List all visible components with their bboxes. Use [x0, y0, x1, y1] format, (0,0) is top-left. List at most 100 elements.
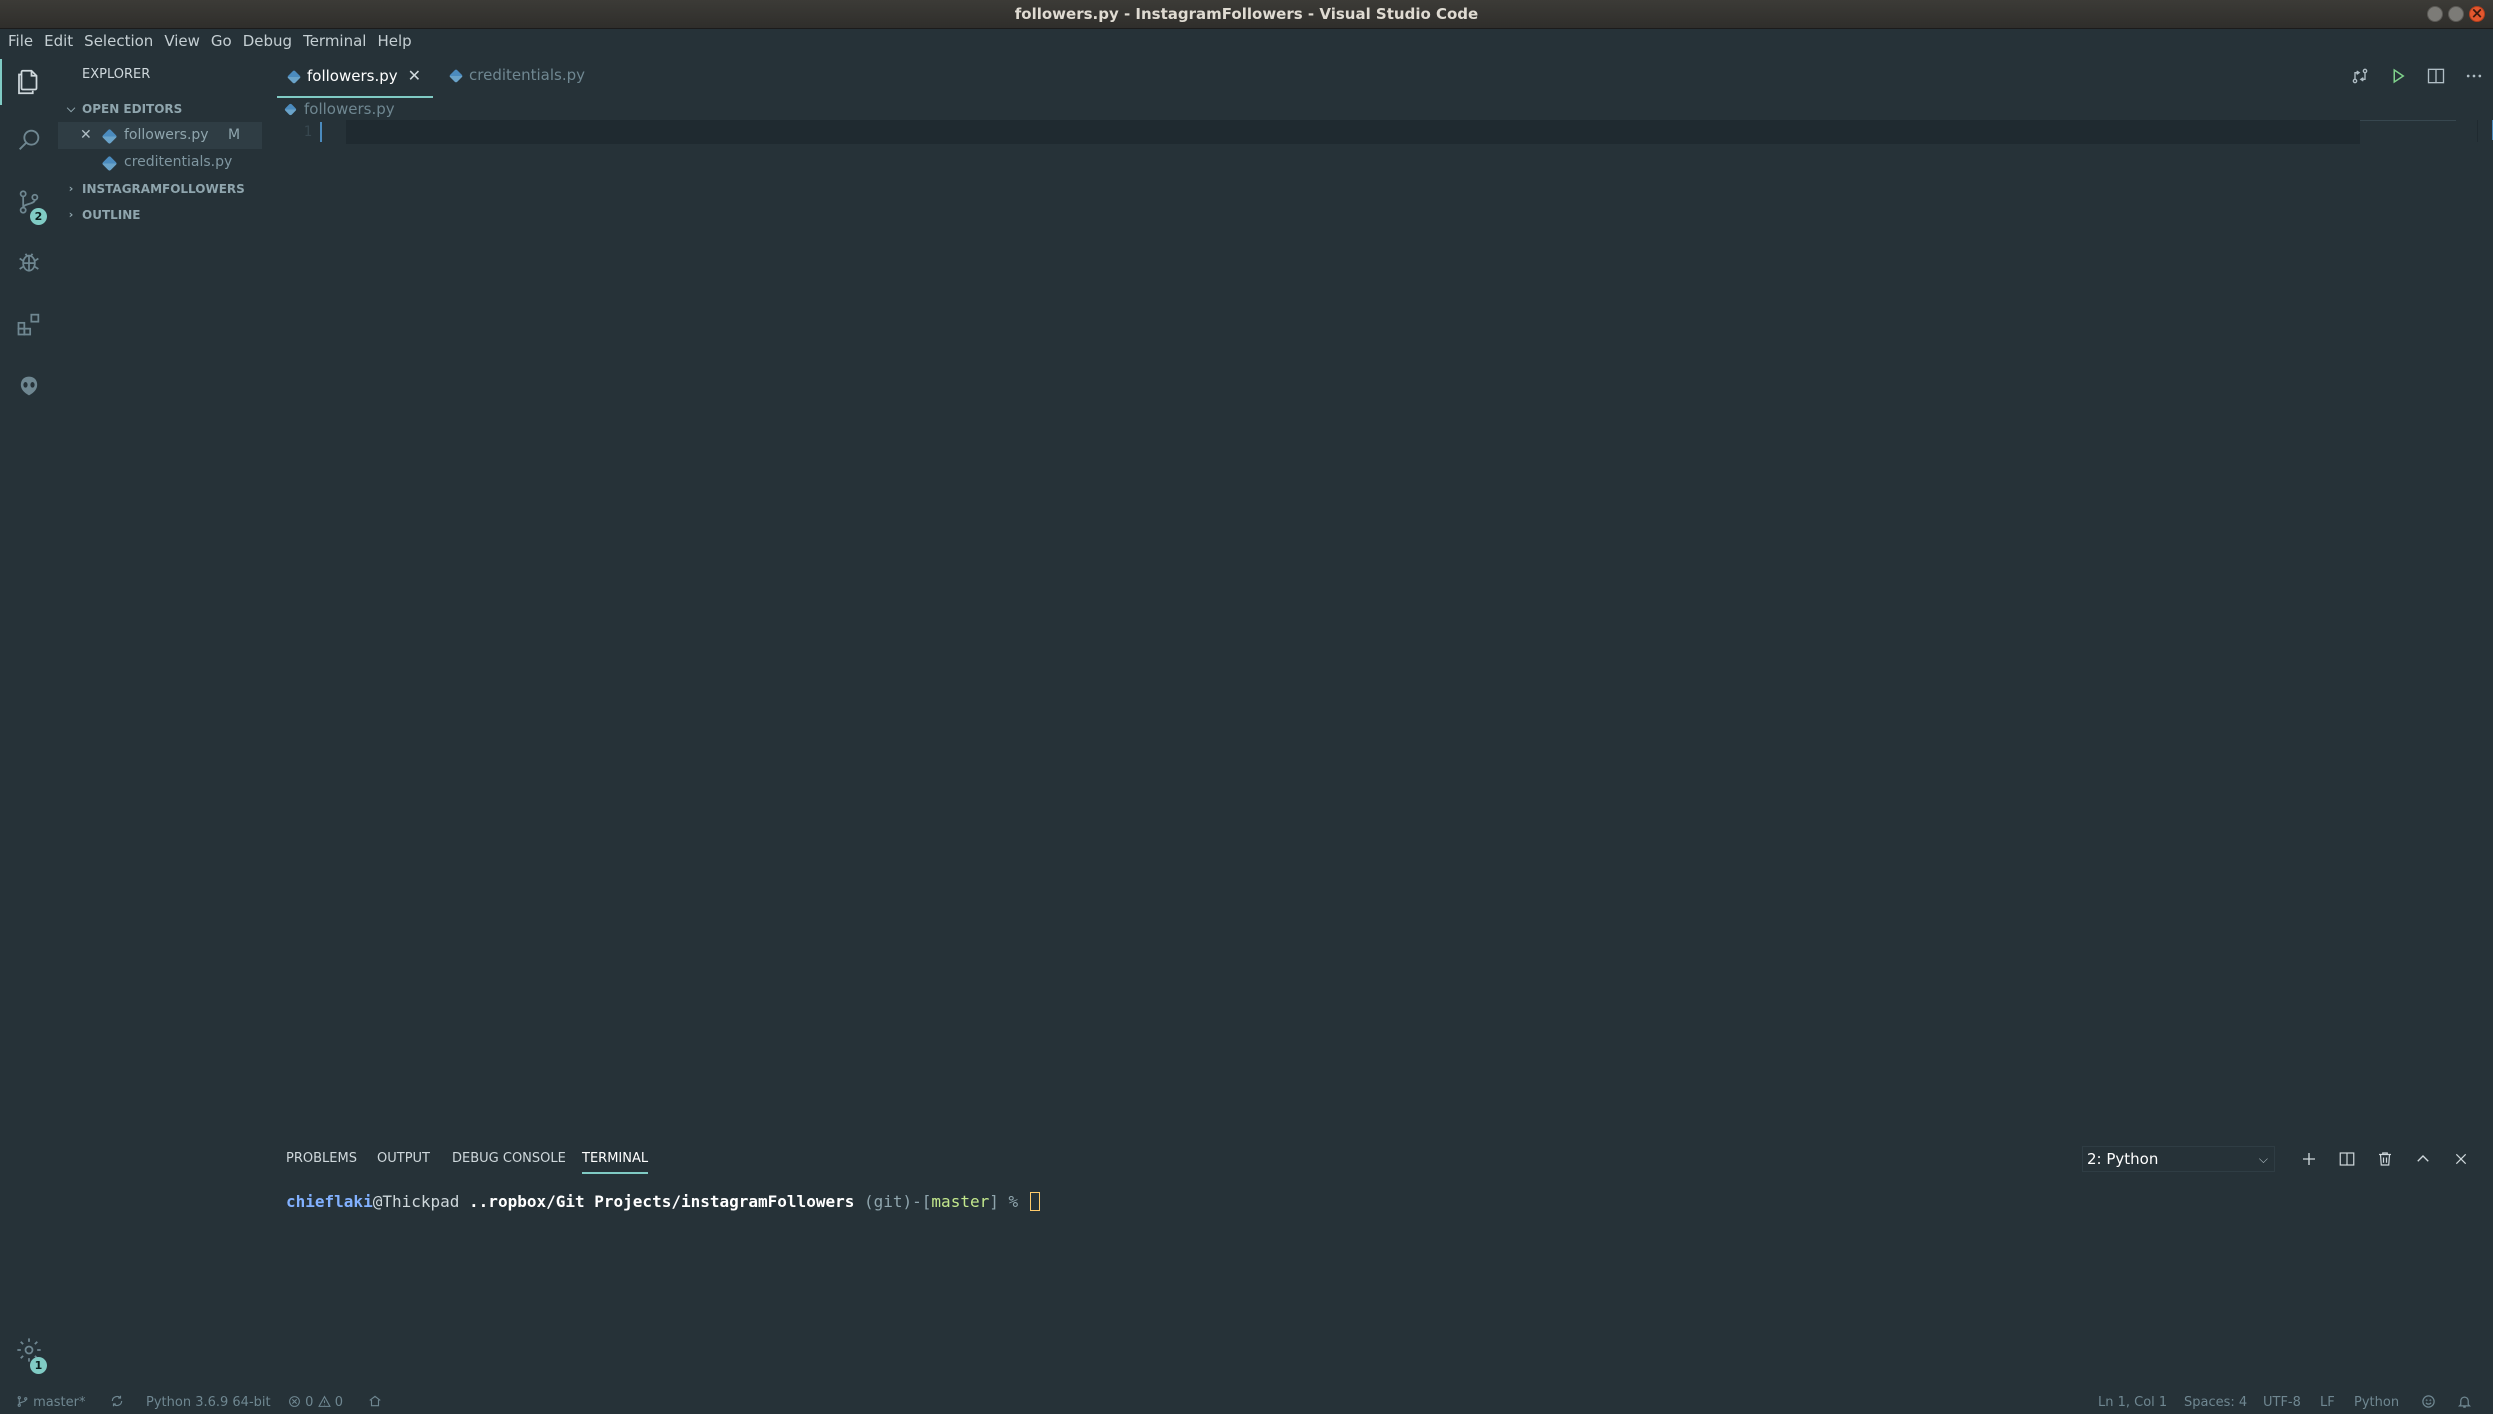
source-control-activity[interactable]: 2: [0, 173, 58, 231]
warning-count: 0: [334, 1395, 343, 1410]
maximize-button[interactable]: [2448, 6, 2464, 22]
home-button[interactable]: [368, 1392, 382, 1414]
menu-go[interactable]: Go: [207, 29, 239, 53]
tab-creditentials[interactable]: creditentials.py: [437, 53, 597, 98]
branch-status[interactable]: master*: [16, 1392, 85, 1414]
play-icon: [2393, 68, 2405, 83]
indentation[interactable]: Spaces: 4: [2184, 1392, 2247, 1414]
manage-activity[interactable]: 1: [0, 1321, 58, 1379]
terminal-git-prefix: (git)-[: [854, 1192, 932, 1211]
run-button[interactable]: [2379, 57, 2417, 95]
tab-label: followers.py: [307, 67, 398, 85]
end-of-line[interactable]: LF: [2320, 1392, 2335, 1414]
current-line-highlight: [346, 120, 2360, 144]
open-editor-name: followers.py: [124, 127, 209, 143]
window-title: followers.py - InstagramFollowers - Visu…: [1014, 5, 1479, 23]
open-changes-button[interactable]: [2341, 57, 2379, 95]
menu-file[interactable]: File: [4, 29, 40, 53]
language-mode[interactable]: Python: [2354, 1392, 2399, 1414]
warning-icon: [317, 1395, 331, 1407]
tab-followers[interactable]: followers.py ✕: [277, 53, 433, 98]
chevron-down-icon: ⌵: [2258, 1152, 2268, 1166]
open-editor-item[interactable]: ✕ followers.py M: [58, 122, 262, 149]
new-terminal-button[interactable]: [2290, 1144, 2328, 1174]
panel-actions: [2290, 1144, 2480, 1174]
alien-icon: [20, 376, 38, 396]
overview-ruler[interactable]: [2477, 120, 2493, 142]
split-editor-button[interactable]: [2417, 57, 2455, 95]
kill-terminal-button[interactable]: [2366, 1144, 2404, 1174]
terminal-host: @Thickpad: [372, 1192, 460, 1211]
close-window-button[interactable]: [2469, 4, 2485, 22]
window-controls: [2427, 4, 2485, 22]
problems-status[interactable]: 0 0: [288, 1392, 343, 1414]
close-icon[interactable]: ✕: [80, 122, 92, 149]
outline-label: OUTLINE: [82, 208, 141, 222]
chevron-right-icon: ›: [68, 208, 74, 221]
sync-button[interactable]: [110, 1392, 124, 1414]
code-editor[interactable]: 1: [262, 120, 2493, 1120]
minimize-button[interactable]: [2427, 6, 2443, 22]
tab-terminal[interactable]: TERMINAL: [582, 1148, 649, 1174]
terminal-select[interactable]: 2: Python ⌵: [2082, 1146, 2275, 1172]
close-panel-button[interactable]: [2442, 1144, 2480, 1174]
tab-debug-console[interactable]: DEBUG CONSOLE: [452, 1148, 566, 1174]
cursor-position[interactable]: Ln 1, Col 1: [2098, 1392, 2167, 1414]
tab-problems[interactable]: PROBLEMS: [286, 1148, 357, 1174]
scroll-shadow: [2360, 120, 2456, 121]
terminal-git-suffix: ] %: [989, 1192, 1028, 1211]
search-activity[interactable]: [0, 111, 58, 169]
menu-debug[interactable]: Debug: [239, 29, 299, 53]
explorer-activity[interactable]: [0, 53, 58, 111]
smiley-icon: [2422, 1395, 2435, 1408]
alien-activity[interactable]: [0, 357, 58, 415]
bell-icon: [2457, 1396, 2472, 1408]
text-cursor: [320, 122, 322, 142]
split-terminal-button[interactable]: [2328, 1144, 2366, 1174]
menu-selection[interactable]: Selection: [80, 29, 160, 53]
open-editor-item[interactable]: creditentials.py: [58, 149, 262, 176]
menu-terminal[interactable]: Terminal: [299, 29, 373, 53]
open-editors-section[interactable]: ⌵ OPEN EDITORS: [58, 96, 262, 122]
menu-edit[interactable]: Edit: [40, 29, 80, 53]
encoding[interactable]: UTF-8: [2263, 1392, 2301, 1414]
outline-section[interactable]: › OUTLINE: [58, 202, 262, 228]
chevron-down-icon: ⌵: [66, 102, 76, 115]
scm-badge: 2: [30, 208, 47, 225]
maximize-panel-button[interactable]: [2404, 1144, 2442, 1174]
terminal-prompt[interactable]: chieflaki@Thickpad ..ropbox/Git Projects…: [286, 1191, 1040, 1213]
feedback-button[interactable]: [2421, 1392, 2436, 1414]
more-actions-button[interactable]: [2455, 57, 2493, 95]
terminal-user: chieflaki: [286, 1192, 373, 1211]
python-interpreter[interactable]: Python 3.6.9 64-bit: [146, 1392, 271, 1414]
explorer-sidebar: EXPLORER ⌵ OPEN EDITORS ✕ followers.py M…: [58, 53, 262, 1392]
notifications-button[interactable]: [2457, 1392, 2472, 1414]
title-bar: followers.py - InstagramFollowers - Visu…: [0, 0, 2493, 29]
branch-name: master*: [33, 1395, 86, 1410]
python-file-icon: [448, 68, 464, 84]
tab-label: creditentials.py: [469, 66, 586, 84]
split-editor-icon: [2427, 68, 2445, 83]
modified-indicator: M: [228, 127, 241, 143]
git-branch-icon: [17, 1396, 28, 1407]
bottom-panel: PROBLEMS OUTPUT DEBUG CONSOLE TERMINAL 2…: [262, 1135, 2493, 1392]
terminal-cursor: [1029, 1192, 1040, 1211]
debug-activity[interactable]: [0, 233, 58, 291]
open-editor-name: creditentials.py: [124, 154, 233, 170]
close-icon[interactable]: ✕: [408, 66, 421, 85]
python-file-icon: [284, 103, 297, 116]
tab-output[interactable]: OUTPUT: [377, 1148, 430, 1174]
ellipsis-icon: [2466, 74, 2482, 77]
menu-help[interactable]: Help: [373, 29, 418, 53]
breadcrumb-file: followers.py: [304, 100, 395, 118]
menu-bar: File Edit Selection View Go Debug Termin…: [0, 29, 2493, 53]
project-folder-section[interactable]: › INSTAGRAMFOLLOWERS: [58, 176, 262, 202]
breadcrumb[interactable]: followers.py: [262, 98, 395, 120]
activity-bar: 2 1: [0, 53, 58, 1392]
search-icon: [19, 129, 40, 150]
code-line[interactable]: 1: [262, 120, 2360, 144]
sync-icon: [111, 1395, 123, 1407]
chevron-right-icon: ›: [68, 182, 74, 195]
menu-view[interactable]: View: [160, 29, 207, 53]
extensions-activity[interactable]: [0, 295, 58, 353]
